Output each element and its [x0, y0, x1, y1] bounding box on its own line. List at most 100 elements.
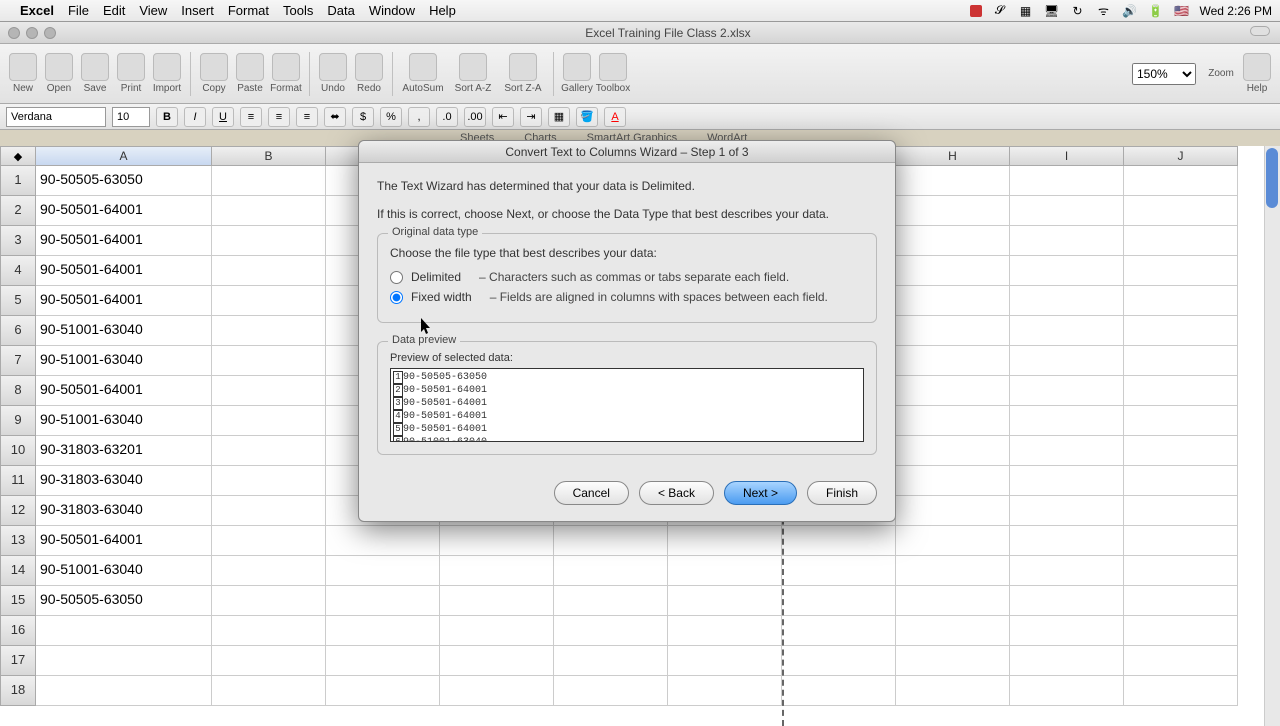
cell[interactable]	[668, 556, 782, 586]
radio-delimited[interactable]	[390, 271, 403, 284]
tb-save[interactable]: Save	[78, 53, 112, 94]
cell[interactable]	[36, 676, 212, 706]
select-all-corner[interactable]: ◆	[0, 146, 36, 166]
tb-print[interactable]: Print	[114, 53, 148, 94]
cell[interactable]	[326, 556, 440, 586]
cell[interactable]	[1010, 436, 1124, 466]
tb-redo[interactable]: Redo	[352, 53, 386, 94]
cell[interactable]	[896, 346, 1010, 376]
row-header[interactable]: 9	[0, 406, 36, 436]
back-button[interactable]: < Back	[639, 481, 714, 505]
menu-window[interactable]: Window	[369, 3, 415, 18]
menu-file[interactable]: File	[68, 3, 89, 18]
cell[interactable]	[1124, 376, 1238, 406]
cell[interactable]	[782, 676, 896, 706]
cell[interactable]	[668, 646, 782, 676]
cell[interactable]	[782, 646, 896, 676]
tb-paste[interactable]: Paste	[233, 53, 267, 94]
cell[interactable]	[1124, 316, 1238, 346]
cell[interactable]	[440, 676, 554, 706]
cell[interactable]	[896, 616, 1010, 646]
cell[interactable]	[1010, 676, 1124, 706]
cell[interactable]: 90-31803-63201	[36, 436, 212, 466]
cell[interactable]	[1010, 616, 1124, 646]
tb-gallery[interactable]: Gallery	[560, 53, 594, 94]
cell[interactable]	[1010, 466, 1124, 496]
menu-data[interactable]: Data	[327, 3, 354, 18]
cell[interactable]	[212, 376, 326, 406]
cell[interactable]: 90-31803-63040	[36, 496, 212, 526]
tb-format[interactable]: Format	[269, 53, 303, 94]
cell[interactable]	[782, 616, 896, 646]
cell[interactable]	[896, 466, 1010, 496]
tb-undo[interactable]: Undo	[316, 53, 350, 94]
cell[interactable]	[896, 496, 1010, 526]
cell[interactable]	[440, 616, 554, 646]
cell[interactable]	[896, 286, 1010, 316]
cell[interactable]	[668, 586, 782, 616]
font-size-select[interactable]	[112, 107, 150, 127]
cell[interactable]	[554, 616, 668, 646]
font-name-select[interactable]	[6, 107, 106, 127]
cell[interactable]	[1010, 496, 1124, 526]
col-header-J[interactable]: J	[1124, 146, 1238, 166]
bold-button[interactable]: B	[156, 107, 178, 127]
menu-help[interactable]: Help	[429, 3, 456, 18]
cell[interactable]	[896, 196, 1010, 226]
percent-button[interactable]: %	[380, 107, 402, 127]
cell[interactable]: 90-50501-64001	[36, 286, 212, 316]
cell[interactable]	[212, 436, 326, 466]
cell[interactable]	[440, 526, 554, 556]
row-header[interactable]: 17	[0, 646, 36, 676]
row-header[interactable]: 16	[0, 616, 36, 646]
row-header[interactable]: 2	[0, 196, 36, 226]
cell[interactable]	[212, 406, 326, 436]
menu-tools[interactable]: Tools	[283, 3, 313, 18]
cell[interactable]	[896, 436, 1010, 466]
cell[interactable]: 90-50505-63050	[36, 166, 212, 196]
borders-button[interactable]: ▦	[548, 107, 570, 127]
cell[interactable]	[896, 166, 1010, 196]
cell[interactable]	[1124, 466, 1238, 496]
cell[interactable]	[554, 586, 668, 616]
menu-view[interactable]: View	[139, 3, 167, 18]
col-header-B[interactable]: B	[212, 146, 326, 166]
cell[interactable]	[212, 196, 326, 226]
cell[interactable]	[896, 676, 1010, 706]
align-left-button[interactable]: ≡	[240, 107, 262, 127]
tb-autosum[interactable]: AutoSum	[399, 53, 447, 94]
tb-help[interactable]: Help	[1240, 53, 1274, 94]
menu-format[interactable]: Format	[228, 3, 269, 18]
cell[interactable]	[896, 406, 1010, 436]
app-name[interactable]: Excel	[20, 3, 54, 18]
cell[interactable]	[1124, 496, 1238, 526]
cell[interactable]	[1124, 526, 1238, 556]
tb-import[interactable]: Import	[150, 53, 184, 94]
cell[interactable]	[1124, 256, 1238, 286]
tb-zoom[interactable]: Zoom	[1204, 68, 1238, 79]
decrease-decimal-button[interactable]: .0	[436, 107, 458, 127]
menu-edit[interactable]: Edit	[103, 3, 125, 18]
cell[interactable]	[1010, 556, 1124, 586]
minimize-button[interactable]	[26, 27, 38, 39]
currency-button[interactable]: $	[352, 107, 374, 127]
cell[interactable]	[896, 256, 1010, 286]
align-center-button[interactable]: ≡	[268, 107, 290, 127]
cell[interactable]: 90-50501-64001	[36, 196, 212, 226]
row-header[interactable]: 5	[0, 286, 36, 316]
finish-button[interactable]: Finish	[807, 481, 877, 505]
zoom-button[interactable]	[44, 27, 56, 39]
cell[interactable]	[1124, 166, 1238, 196]
underline-button[interactable]: U	[212, 107, 234, 127]
cell[interactable]	[326, 676, 440, 706]
cell[interactable]	[896, 586, 1010, 616]
cell[interactable]: 90-31803-63040	[36, 466, 212, 496]
col-header-A[interactable]: A	[36, 146, 212, 166]
cell[interactable]	[1124, 346, 1238, 376]
cell[interactable]	[36, 646, 212, 676]
cell[interactable]	[668, 616, 782, 646]
cell[interactable]: 90-50501-64001	[36, 376, 212, 406]
cell[interactable]	[212, 256, 326, 286]
cell[interactable]	[668, 676, 782, 706]
cell[interactable]	[212, 496, 326, 526]
